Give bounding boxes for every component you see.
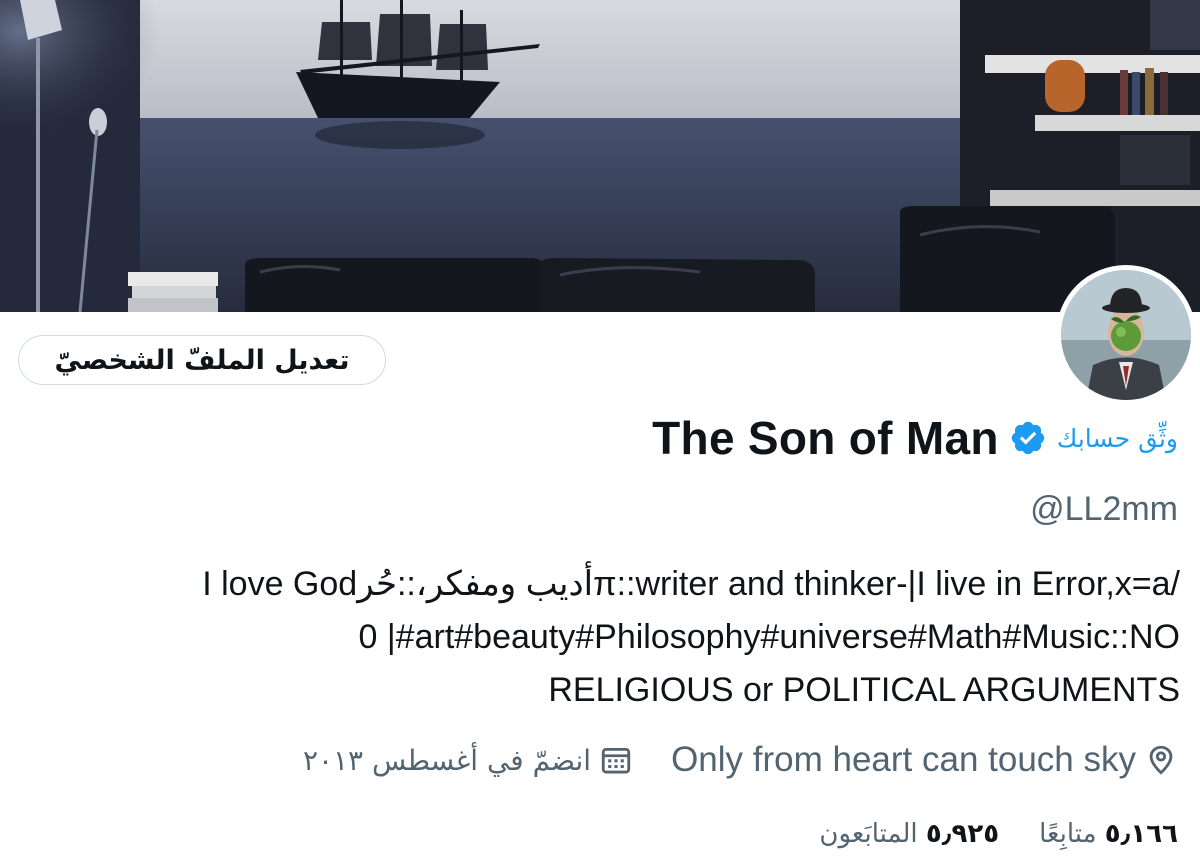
user-handle: @LL2mm [1030,490,1178,528]
location-pin-icon [1144,743,1178,777]
verified-badge-icon[interactable] [1009,419,1047,457]
display-name: The Son of Man [652,412,999,464]
bio-line: RELIGIOUS or POLITICAL ARGUMENTS [548,671,1180,709]
profile-banner-image[interactable] [0,0,1200,312]
profile-stats-row: ٥٫٩٢٥ المتابَعون ٥٫١٦٦ متابِعًا [819,812,1178,856]
profile-location: Only from heart can touch sky [671,740,1136,779]
profile-name-row: وثِّق حسابك The Son of Man [652,406,1178,470]
following-label: متابِعًا [1039,819,1097,849]
join-date: انضمّ في أغسطس ٢٠١٣ [302,743,592,777]
bio-line: 0 |#art#beauty#Philosophy#universe#Math#… [358,618,1180,656]
followers-label: المتابَعون [819,819,918,849]
profile-bio: I love Godأديب ومفكر،::حُرπ::writer and … [40,558,1180,717]
edit-profile-button[interactable]: تعديل الملفّ الشخصيّ [18,335,386,385]
bio-line: I love Godأديب ومفكر،::حُرπ::writer and … [202,565,1180,603]
followers-count: ٥٫٩٢٥ [925,819,1000,849]
following-count: ٥٫١٦٦ [1104,819,1178,849]
profile-meta-row: Only from heart can touch sky انضمّ في أ… [303,735,1178,785]
followers-link[interactable]: ٥٫٩٢٥ المتابَعون [819,819,999,849]
calendar-icon [599,743,633,777]
following-link[interactable]: ٥٫١٦٦ متابِعًا [1039,819,1178,849]
profile-avatar[interactable] [1056,265,1196,405]
verify-account-link[interactable]: وثِّق حسابك [1057,424,1178,453]
